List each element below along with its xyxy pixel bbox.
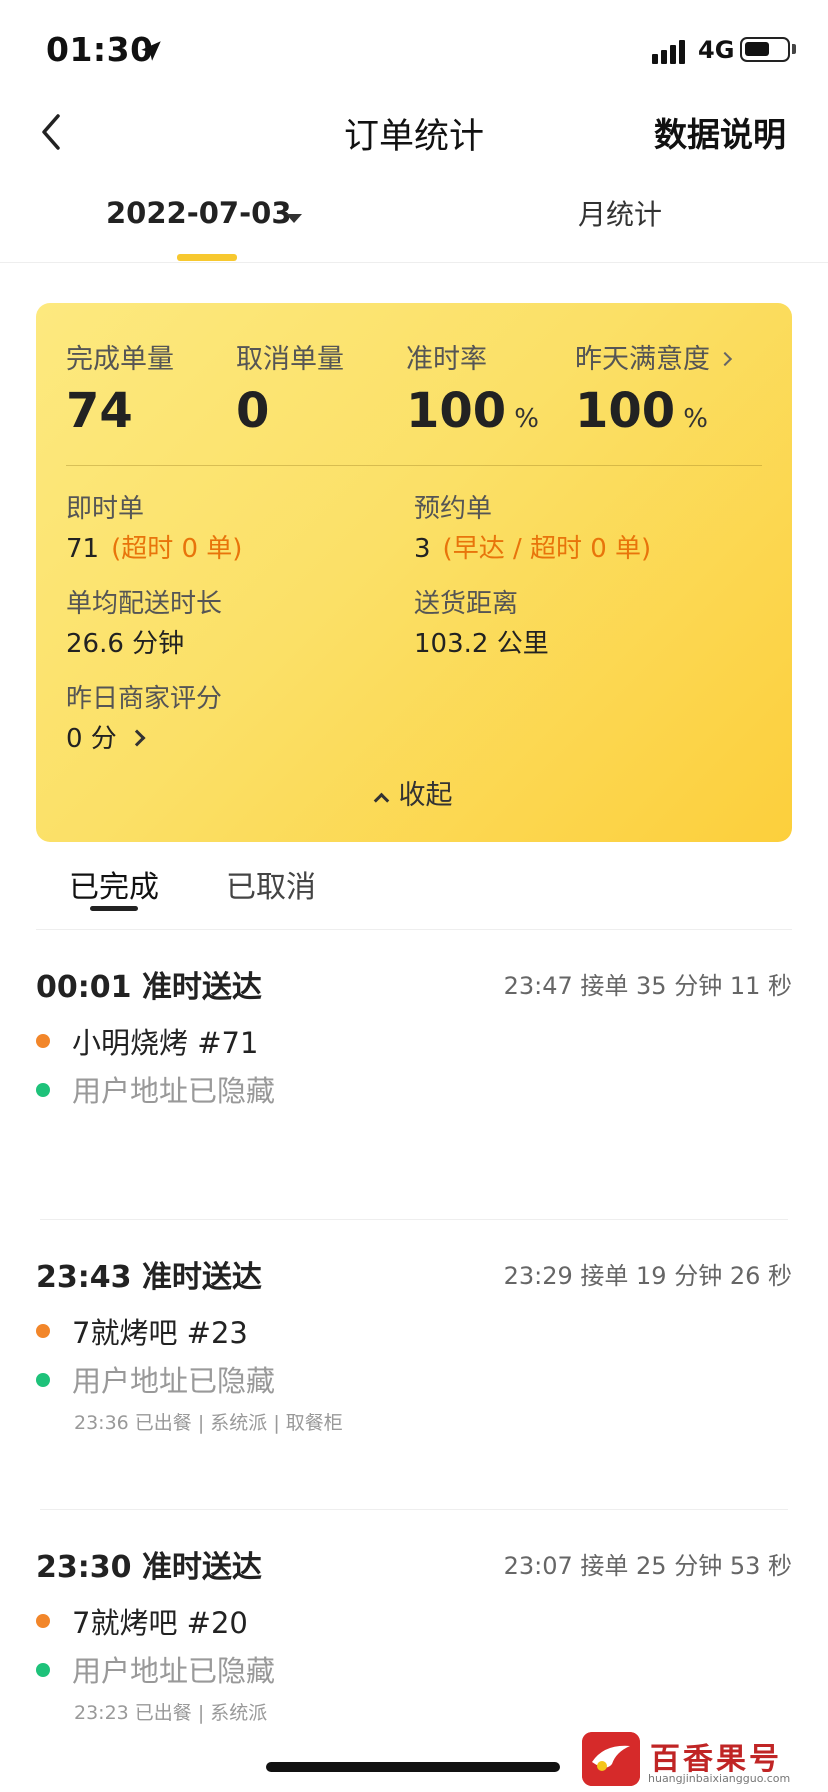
merchant-score-link[interactable]: 0 分 [66, 718, 146, 755]
dropdown-caret-icon[interactable] [286, 214, 302, 223]
ontime-rate-unit: % [514, 404, 539, 434]
order-meta: 23:07 接单 25 分钟 53 秒 [503, 1552, 792, 1580]
collapse-button[interactable]: 收起 [36, 773, 792, 812]
satisfaction-value: 100% [575, 383, 708, 439]
avg-delivery-time-label: 单均配送时长 [66, 589, 223, 619]
battery-level [745, 42, 769, 56]
chevron-right-icon [128, 729, 146, 746]
chevron-up-icon [373, 792, 389, 809]
location-arrow-icon [141, 41, 161, 61]
shop-name: 小明烧烤 #71 [72, 1026, 259, 1060]
cancelled-count-label: 取消单量 [236, 344, 344, 375]
order-card[interactable]: 23:43 准时送达 23:29 接单 19 分钟 26 秒 7就烤吧 #23 … [36, 1252, 792, 1502]
watermark-logo-icon [582, 1732, 640, 1786]
divider [40, 1509, 788, 1510]
reserved-orders-label: 预约单 [414, 494, 493, 524]
battery-icon [740, 37, 790, 62]
delivery-distance-value: 103.2 公里 [414, 629, 549, 659]
collapse-label: 收起 [398, 780, 453, 811]
ontime-rate-label: 准时率 [406, 344, 487, 375]
customer-address: 用户地址已隐藏 [72, 1074, 276, 1108]
home-indicator[interactable] [266, 1762, 560, 1772]
data-description-button[interactable]: 数据说明 [654, 108, 786, 156]
order-card[interactable]: 00:01 准时送达 23:47 接单 35 分钟 11 秒 小明烧烤 #71 … [36, 962, 792, 1212]
network-type: 4G [698, 36, 735, 64]
order-status-title: 23:30 准时送达 [36, 1550, 262, 1585]
divider [40, 1219, 788, 1220]
reserved-orders-number: 3 [414, 534, 431, 564]
stats-card: 完成单量 74 取消单量 0 准时率 100% 昨天满意度 100% 即时单 7… [36, 303, 792, 842]
order-status-title: 00:01 准时送达 [36, 970, 262, 1005]
satisfaction-label[interactable]: 昨天满意度 [575, 337, 733, 376]
active-tab-indicator [177, 254, 237, 261]
watermark: 百香果号 huangjinbaixiangguo.com [582, 1732, 828, 1792]
avg-delivery-time-value: 26.6 分钟 [66, 629, 185, 659]
reserved-orders-value: 3 (早达 / 超时 0 单) [414, 528, 651, 565]
merchant-score-label: 昨日商家评分 [66, 684, 223, 714]
order-note: 23:23 已出餐 | 系统派 [74, 1702, 268, 1724]
divider [36, 929, 792, 930]
delivery-distance-label: 送货距离 [414, 589, 519, 619]
ontime-rate-value: 100% [406, 383, 539, 439]
order-meta: 23:29 接单 19 分钟 26 秒 [503, 1262, 792, 1290]
instant-orders-value: 71 (超时 0 单) [66, 528, 242, 565]
active-tab-indicator [90, 906, 138, 911]
completed-count-value: 74 [66, 383, 133, 439]
chevron-right-icon [717, 351, 733, 366]
shop-dot-icon [36, 1324, 50, 1338]
watermark-url: huangjinbaixiangguo.com [648, 1772, 791, 1785]
address-dot-icon [36, 1083, 50, 1097]
instant-orders-label: 即时单 [66, 494, 145, 524]
tab-completed[interactable]: 已完成 [69, 862, 159, 906]
shop-name: 7就烤吧 #23 [72, 1316, 248, 1350]
shop-dot-icon [36, 1034, 50, 1048]
order-meta: 23:47 接单 35 分钟 11 秒 [503, 972, 792, 1000]
instant-orders-number: 71 [66, 534, 100, 564]
ontime-rate-number: 100 [406, 383, 507, 439]
cancelled-count-value: 0 [236, 383, 270, 439]
completed-count-label: 完成单量 [66, 344, 174, 375]
instant-orders-note: (超时 0 单) [111, 534, 243, 564]
reserved-orders-note: (早达 / 超时 0 单) [442, 534, 652, 564]
tab-cancelled[interactable]: 已取消 [226, 862, 316, 906]
battery-tip [792, 44, 796, 54]
order-status-title: 23:43 准时送达 [36, 1260, 262, 1295]
tab-monthly-stats[interactable]: 月统计 [578, 193, 662, 233]
signal-strength-icon [652, 40, 685, 64]
satisfaction-label-text: 昨天满意度 [575, 344, 710, 375]
address-dot-icon [36, 1663, 50, 1677]
shop-name: 7就烤吧 #20 [72, 1606, 248, 1640]
merchant-score-value: 0 分 [66, 724, 117, 754]
shop-dot-icon [36, 1614, 50, 1628]
customer-address: 用户地址已隐藏 [72, 1654, 276, 1688]
address-dot-icon [36, 1373, 50, 1387]
order-card[interactable]: 23:30 准时送达 23:07 接单 25 分钟 53 秒 7就烤吧 #20 … [36, 1542, 792, 1742]
date-selector[interactable]: 2022-07-03 [106, 196, 292, 230]
card-divider [66, 465, 762, 466]
divider [0, 262, 828, 263]
customer-address: 用户地址已隐藏 [72, 1364, 276, 1398]
order-note: 23:36 已出餐 | 系统派 | 取餐柜 [74, 1412, 343, 1434]
status-bar: 01:30 4G [0, 0, 828, 100]
satisfaction-number: 100 [575, 383, 676, 439]
satisfaction-unit: % [683, 404, 708, 434]
